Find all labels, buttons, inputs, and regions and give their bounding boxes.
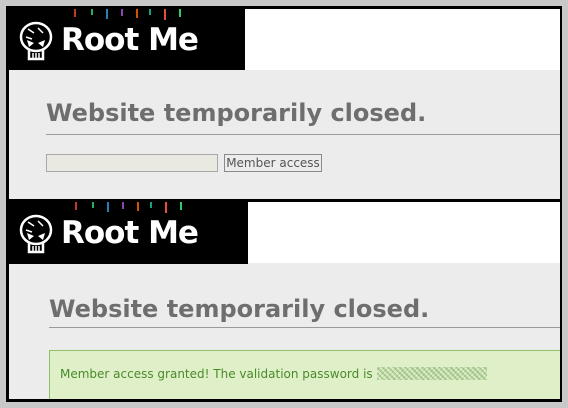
title-divider xyxy=(46,134,560,135)
title-divider xyxy=(49,327,560,328)
member-access-button[interactable]: Member access xyxy=(224,154,322,172)
logo-decoration-icon xyxy=(106,9,108,19)
skull-icon xyxy=(19,214,53,254)
page-after-login: Root Me Website temporarily closed. Memb… xyxy=(9,202,560,399)
page-title: Website temporarily closed. xyxy=(49,295,430,323)
success-message: Member access granted! The validation pa… xyxy=(60,367,487,381)
site-header: Root Me xyxy=(9,9,560,70)
logo-decoration-icon xyxy=(122,202,124,209)
screenshot-frame: Root Me Website temporarily closed. Memb… xyxy=(6,6,562,402)
logo-decoration-icon xyxy=(149,9,151,15)
rootme-logo[interactable]: Root Me xyxy=(9,202,248,264)
logo-text: Root Me xyxy=(61,22,199,58)
logo-decoration-icon xyxy=(75,202,77,210)
logo-decoration-icon xyxy=(165,202,167,213)
rootme-logo[interactable]: Root Me xyxy=(9,9,245,70)
page-before-login: Root Me Website temporarily closed. Memb… xyxy=(9,9,560,199)
logo-decoration-icon xyxy=(164,9,166,20)
page-title: Website temporarily closed. xyxy=(46,99,427,127)
success-alert: Member access granted! The validation pa… xyxy=(49,350,560,399)
logo-decoration-icon xyxy=(92,202,94,208)
skull-icon xyxy=(19,21,53,61)
success-message-text: Member access granted! The validation pa… xyxy=(60,367,373,381)
logo-decoration-icon xyxy=(137,202,139,211)
logo-decoration-icon xyxy=(121,9,123,16)
logo-decoration-icon xyxy=(74,9,76,17)
logo-decoration-icon xyxy=(180,202,182,210)
logo-decoration-icon xyxy=(179,9,181,17)
logo-text: Root Me xyxy=(61,215,199,251)
site-header: Root Me xyxy=(9,202,560,264)
logo-decoration-icon xyxy=(91,9,93,15)
logo-decoration-icon xyxy=(150,202,152,208)
logo-decoration-icon xyxy=(136,9,138,18)
password-input[interactable] xyxy=(46,154,218,172)
logo-decoration-icon xyxy=(107,202,109,212)
redacted-password xyxy=(376,367,487,380)
